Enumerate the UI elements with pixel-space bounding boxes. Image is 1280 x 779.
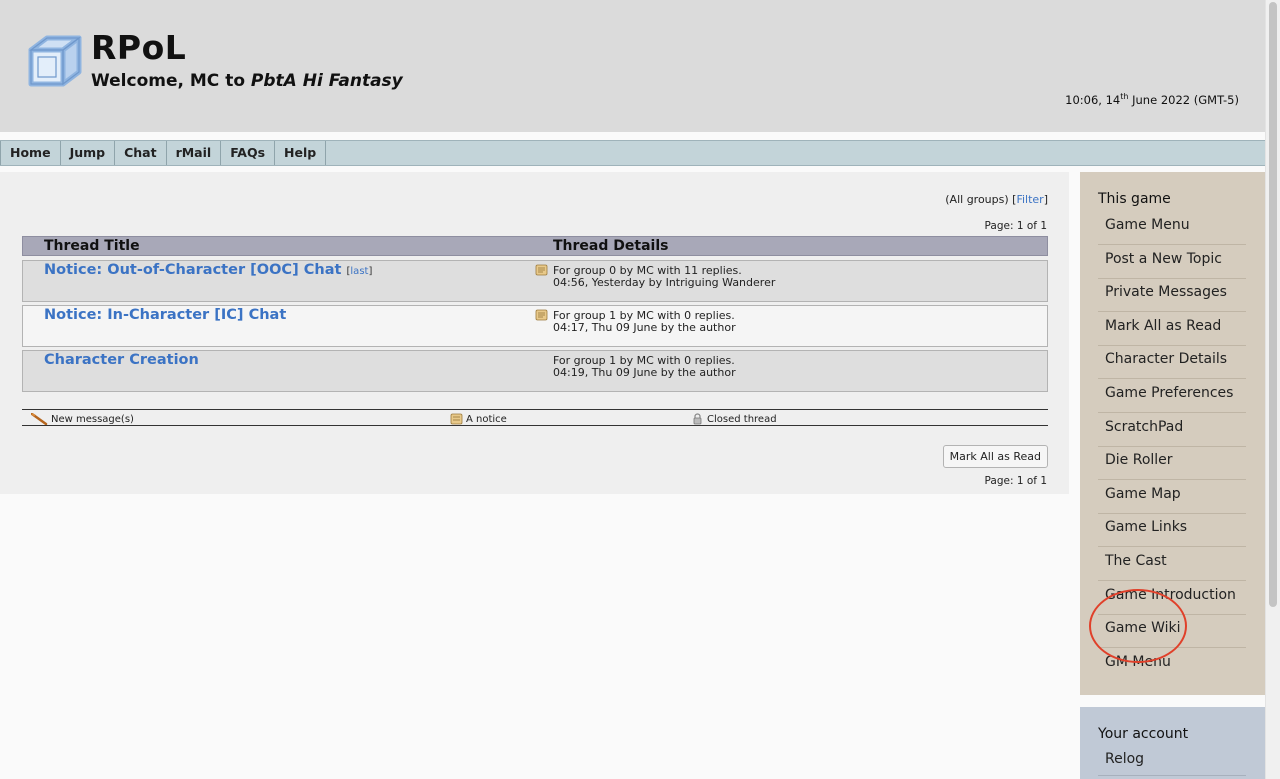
thread-details-line2: 04:56, Yesterday by Intriguing Wanderer — [553, 276, 776, 289]
sidebar-item-gm-menu[interactable]: GM Menu — [1098, 649, 1246, 682]
group-filter: (All groups) [Filter] — [945, 193, 1048, 206]
nav-tab-jump[interactable]: Jump — [61, 141, 116, 165]
page-header: RPoL Welcome, MC to PbtA Hi Fantasy 10:0… — [0, 0, 1266, 132]
site-title: RPoL — [91, 28, 187, 67]
legend-closed: Closed thread — [691, 413, 777, 425]
sidebar-item-game-wiki[interactable]: Game Wiki — [1098, 615, 1246, 649]
clock-time: 10:06, 14 — [1065, 92, 1121, 107]
icon-legend: New message(s) A notice Closed thread — [22, 409, 1048, 426]
sidebar-item-game-introduction[interactable]: Game Introduction — [1098, 582, 1246, 615]
thread-details-line2: 04:17, Thu 09 June by the author — [553, 321, 736, 334]
game-name: PbtA Hi Fantasy — [250, 71, 403, 91]
notice-scroll-icon — [450, 413, 463, 425]
table-row: Notice: Out-of-Character [OOC] Chat [las… — [22, 260, 1048, 302]
last-close: ] — [368, 266, 373, 277]
nav-tab-chat[interactable]: Chat — [115, 141, 167, 165]
last-post-link[interactable]: last — [350, 266, 368, 277]
game-sidebar: This game Game Menu Post a New Topic Pri… — [1080, 172, 1265, 695]
sidebar-item-post-new-topic[interactable]: Post a New Topic — [1098, 246, 1246, 279]
nav-tab-faqs[interactable]: FAQs — [221, 141, 276, 165]
groups-label: (All groups) [ — [945, 193, 1017, 206]
welcome-prefix: Welcome, MC to — [91, 71, 251, 91]
sidebar-item-scratchpad[interactable]: ScratchPad — [1098, 414, 1246, 447]
sidebar-item-game-links[interactable]: Game Links — [1098, 514, 1246, 548]
thread-list-panel: (All groups) [Filter] Page: 1 of 1 Threa… — [0, 172, 1069, 494]
sidebar-item-private-messages[interactable]: Private Messages — [1098, 279, 1246, 313]
thread-link-ooc-chat[interactable]: Notice: Out-of-Character [OOC] Chat — [44, 262, 341, 278]
legend-closed-label: Closed thread — [707, 413, 777, 425]
thread-table-header: Thread Title Thread Details — [22, 236, 1048, 256]
nav-tab-rmail[interactable]: rMail — [167, 141, 222, 165]
last-post-link-wrap: [last] — [347, 266, 373, 277]
thread-title-cell: Notice: In-Character [IC] Chat — [44, 307, 286, 323]
column-thread-title: Thread Title — [44, 238, 140, 254]
account-heading: Your account — [1098, 726, 1189, 742]
padlock-icon — [693, 413, 702, 425]
sidebar-heading: This game — [1098, 191, 1171, 207]
page-scrollbar[interactable] — [1265, 0, 1280, 779]
thread-link-ic-chat[interactable]: Notice: In-Character [IC] Chat — [44, 307, 286, 323]
sidebar-item-character-details[interactable]: Character Details — [1098, 346, 1246, 380]
filter-link[interactable]: Filter — [1016, 193, 1043, 206]
groups-close: ] — [1043, 193, 1048, 206]
thread-title-cell: Notice: Out-of-Character [OOC] Chat [las… — [44, 262, 372, 278]
nav-tab-home[interactable]: Home — [0, 141, 61, 165]
thread-details-line2: 04:19, Thu 09 June by the author — [553, 366, 736, 379]
account-sidebar: Your account Relog — [1080, 707, 1265, 779]
sidebar-item-game-map[interactable]: Game Map — [1098, 481, 1246, 514]
legend-notice-label: A notice — [466, 413, 507, 425]
legend-notice: A notice — [450, 413, 507, 425]
sidebar-item-game-preferences[interactable]: Game Preferences — [1098, 380, 1246, 413]
sidebar-item-the-cast[interactable]: The Cast — [1098, 548, 1246, 581]
table-row: Character Creation For group 1 by MC wit… — [22, 350, 1048, 392]
welcome-message: Welcome, MC to PbtA Hi Fantasy — [91, 71, 403, 91]
column-thread-details: Thread Details — [553, 238, 669, 254]
divider — [1098, 775, 1246, 776]
sidebar-menu: Game Menu Post a New Topic Private Messa… — [1098, 212, 1246, 682]
sidebar-item-die-roller[interactable]: Die Roller — [1098, 447, 1246, 481]
page-info-top: Page: 1 of 1 — [984, 220, 1047, 232]
mark-all-read-button[interactable]: Mark All as Read — [942, 445, 1048, 468]
sidebar-item-game-menu[interactable]: Game Menu — [1098, 212, 1246, 245]
notice-scroll-icon — [535, 309, 548, 321]
notice-scroll-icon — [535, 264, 548, 276]
legend-new-label: New message(s) — [51, 413, 134, 425]
thread-link-character-creation[interactable]: Character Creation — [44, 352, 199, 368]
scrollbar-thumb[interactable] — [1269, 2, 1277, 607]
sidebar-item-mark-all-read[interactable]: Mark All as Read — [1098, 313, 1246, 346]
legend-new-message: New message(s) — [31, 413, 134, 425]
clock: 10:06, 14th June 2022 (GMT-5) — [1065, 92, 1239, 107]
quill-pen-icon — [31, 413, 48, 425]
account-item-relog[interactable]: Relog — [1105, 751, 1144, 767]
nav-tab-help[interactable]: Help — [275, 141, 327, 165]
clock-rest: June 2022 (GMT-5) — [1128, 92, 1239, 107]
thread-title-cell: Character Creation — [44, 352, 199, 368]
page-info-bottom: Page: 1 of 1 — [984, 475, 1047, 487]
cube-logo-icon — [28, 35, 82, 87]
nav-bar: Home Jump Chat rMail FAQs Help — [0, 140, 1266, 166]
table-row: Notice: In-Character [IC] Chat For group… — [22, 305, 1048, 347]
